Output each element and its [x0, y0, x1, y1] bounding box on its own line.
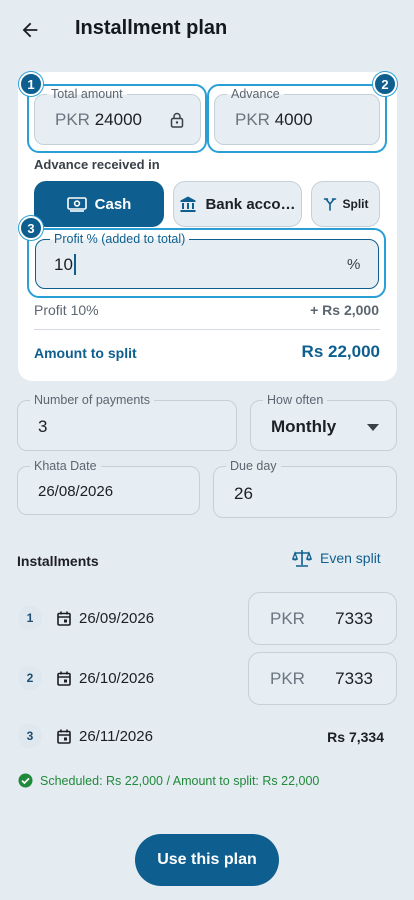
- installment-amount-prefix: PKR: [270, 609, 305, 628]
- advance-option-split-label: Split: [342, 197, 369, 211]
- advance-option-cash-label: Cash: [94, 195, 132, 213]
- calendar-icon: [57, 671, 71, 686]
- cash-icon: [66, 197, 87, 212]
- installment-date-text: 26/09/2026: [79, 610, 155, 627]
- installment-date-text: 26/10/2026: [79, 670, 155, 687]
- even-split-label: Even split: [320, 550, 381, 566]
- advance-option-cash[interactable]: Cash: [34, 181, 164, 227]
- split-icon: [323, 198, 336, 211]
- profit-summary-label: Profit 10%: [34, 302, 99, 318]
- installments-title: Installments: [17, 553, 99, 569]
- installment-amount-input[interactable]: PKR 7333: [248, 592, 397, 645]
- scale-icon: [292, 550, 312, 567]
- due-day-field[interactable]: Due day 26: [213, 459, 397, 518]
- calendar-icon: [57, 729, 71, 744]
- amount-to-split-total: Amount to split: Rs 22,000: [172, 773, 320, 788]
- installment-date[interactable]: 26/09/2026: [57, 610, 154, 627]
- installment-amount-value: 7333: [335, 669, 373, 688]
- number-of-payments-value: 3: [38, 417, 48, 436]
- back-button[interactable]: [14, 14, 46, 46]
- schedule-status: Scheduled: Rs 22,000 / Amount to split: …: [18, 773, 319, 788]
- installment-number: 3: [18, 724, 42, 748]
- summary-divider: [34, 329, 380, 330]
- installment-amount-input[interactable]: PKR 7333: [248, 652, 397, 705]
- due-day-value: 26: [234, 484, 253, 503]
- marker-badge-3: 3: [19, 216, 43, 240]
- khata-date-label: Khata Date: [30, 459, 101, 474]
- scheduled-total: Scheduled: Rs 22,000: [40, 773, 164, 788]
- profit-summary-value: + Rs 2,000: [310, 302, 379, 318]
- installment-date[interactable]: 26/11/2026: [57, 728, 153, 745]
- installment-number: 1: [18, 606, 42, 630]
- frequency-label: How often: [263, 393, 328, 408]
- advance-option-bank-label: Bank acco…: [205, 195, 296, 213]
- bank-icon: [180, 196, 196, 212]
- installment-amount-value: 7333: [335, 609, 373, 628]
- top-bar: Installment plan: [0, 0, 414, 60]
- advance-received-label: Advance received in: [34, 157, 160, 172]
- check-circle-icon: [18, 773, 33, 788]
- khata-date-field[interactable]: Khata Date 26/08/2026: [17, 459, 200, 515]
- advance-option-bank[interactable]: Bank acco…: [173, 181, 302, 227]
- number-of-payments-field[interactable]: Number of payments 3: [17, 393, 237, 451]
- installment-date-text: 26/11/2026: [79, 728, 153, 745]
- frequency-select[interactable]: How often Monthly: [250, 393, 397, 451]
- use-this-plan-button[interactable]: Use this plan: [135, 834, 279, 886]
- installment-amount-value: Rs 7,334: [327, 729, 384, 745]
- highlight-profit-percent: [27, 228, 386, 298]
- caret-down-icon: [367, 424, 379, 431]
- number-of-payments-label: Number of payments: [30, 393, 155, 408]
- installment-date[interactable]: 26/10/2026: [57, 670, 154, 687]
- even-split-button[interactable]: Even split: [292, 549, 381, 567]
- highlight-advance: [207, 84, 387, 153]
- amount-to-split-label: Amount to split: [34, 345, 137, 361]
- status-separator: /: [163, 773, 173, 788]
- installment-number: 2: [18, 666, 42, 690]
- amount-to-split-value: Rs 22,000: [301, 342, 380, 361]
- highlight-total-amount: [27, 84, 207, 153]
- marker-badge-1: 1: [19, 72, 43, 96]
- installment-amount-prefix: PKR: [270, 669, 305, 688]
- marker-badge-2: 2: [373, 72, 397, 96]
- arrow-left-icon: [22, 22, 38, 38]
- frequency-value: Monthly: [271, 417, 337, 436]
- due-day-label: Due day: [226, 459, 281, 474]
- calendar-icon: [57, 611, 71, 626]
- advance-option-split[interactable]: Split: [311, 181, 380, 227]
- page-title: Installment plan: [75, 17, 228, 39]
- khata-date-value: 26/08/2026: [38, 483, 114, 500]
